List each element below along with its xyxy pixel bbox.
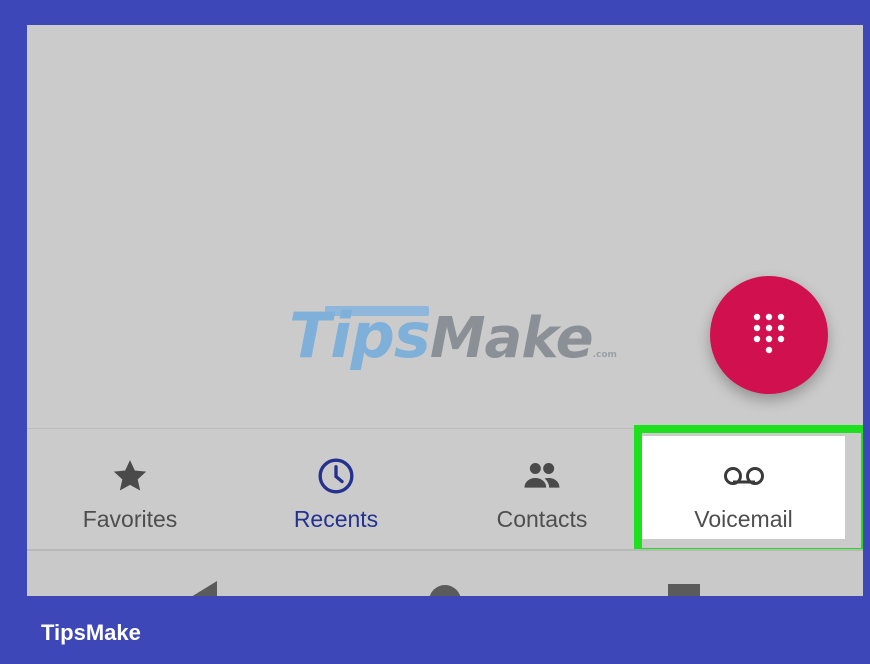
tab-contacts[interactable]: Contacts: [439, 429, 645, 551]
watermark-suffix: .com: [592, 350, 617, 360]
tab-favorites-label: Favorites: [82, 506, 178, 532]
watermark-make: Make: [429, 306, 594, 371]
tab-favorites[interactable]: Favorites: [27, 429, 233, 551]
footer-brand: TipsMake: [41, 620, 141, 645]
watermark-logo: TipsMake.com: [289, 300, 617, 372]
dialpad-fab-button[interactable]: [710, 276, 828, 394]
tab-recents[interactable]: Recents: [233, 429, 439, 551]
back-icon[interactable]: [187, 581, 219, 596]
footer-bar: TipsMake: [0, 596, 870, 664]
phone-screen: TipsMake.com Favorites Recents Contacts …: [27, 25, 863, 596]
dialpad-icon: [753, 313, 785, 354]
watermark-text: TipsMake.com: [289, 300, 617, 391]
tab-voicemail[interactable]: Voicemail: [642, 436, 845, 539]
watermark-tips: Tips: [289, 299, 431, 372]
contacts-icon: [524, 463, 560, 488]
home-icon[interactable]: [428, 584, 462, 596]
clock-icon: [318, 458, 354, 494]
voicemail-icon: [723, 467, 764, 485]
star-icon: [113, 460, 147, 491]
system-navigation-bar: [27, 551, 863, 596]
tab-voicemail-label: Voicemail: [694, 506, 793, 532]
recents-square-icon[interactable]: [668, 584, 700, 596]
tab-contacts-label: Contacts: [496, 506, 588, 532]
tab-recents-label: Recents: [293, 506, 379, 532]
bottom-tab-bar: Favorites Recents Contacts Voicemail: [27, 428, 863, 551]
